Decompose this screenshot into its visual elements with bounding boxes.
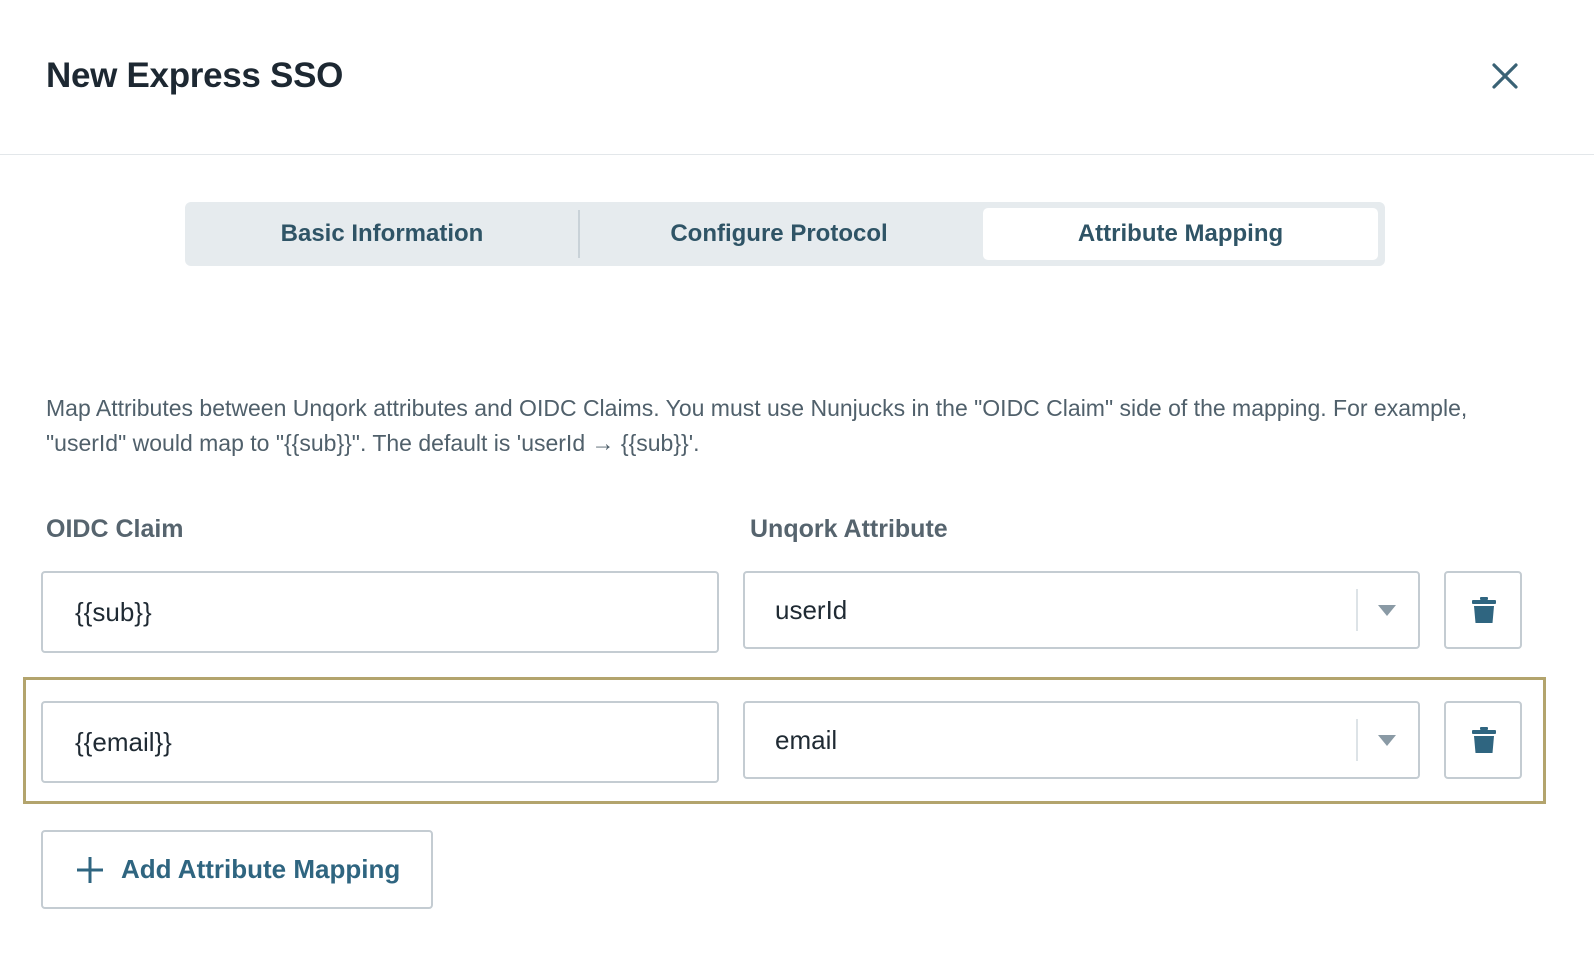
caret-down-icon[interactable] [1378,605,1396,616]
unqork-attribute-select[interactable]: userId [743,571,1420,649]
modal-title: New Express SSO [46,56,344,95]
add-attribute-mapping-button[interactable]: Add Attribute Mapping [41,830,433,909]
close-button[interactable] [1487,58,1523,94]
select-separator [1356,719,1358,761]
delete-mapping-button[interactable] [1444,571,1522,649]
oidc-claim-column-label: OIDC Claim [46,515,184,543]
modal-header: New Express SSO [0,0,1594,155]
caret-down-icon[interactable] [1378,735,1396,746]
add-attribute-mapping-label: Add Attribute Mapping [121,854,401,884]
unqork-attribute-column-label: Unqork Attribute [750,515,948,543]
select-value: email [775,725,838,755]
oidc-claim-input[interactable]: {{sub}} [41,571,719,653]
tab-attribute-mapping[interactable]: Attribute Mapping [983,208,1378,260]
tab-basic-information[interactable]: Basic Information [185,202,579,266]
tab-configure-protocol[interactable]: Configure Protocol [581,202,977,266]
select-value: userId [775,595,848,625]
select-separator [1356,589,1358,631]
tab-divider [578,210,580,258]
unqork-attribute-select[interactable]: email [743,701,1420,779]
oidc-claim-input[interactable]: {{email}} [41,701,719,783]
close-icon [1487,58,1523,94]
tab-bar: Basic Information Configure Protocol Att… [185,202,1385,266]
mapping-description: Map Attributes between Unqork attributes… [46,395,1468,456]
delete-mapping-button[interactable] [1444,701,1522,779]
new-express-sso-modal: New Express SSO Basic Information Config… [0,0,1594,966]
